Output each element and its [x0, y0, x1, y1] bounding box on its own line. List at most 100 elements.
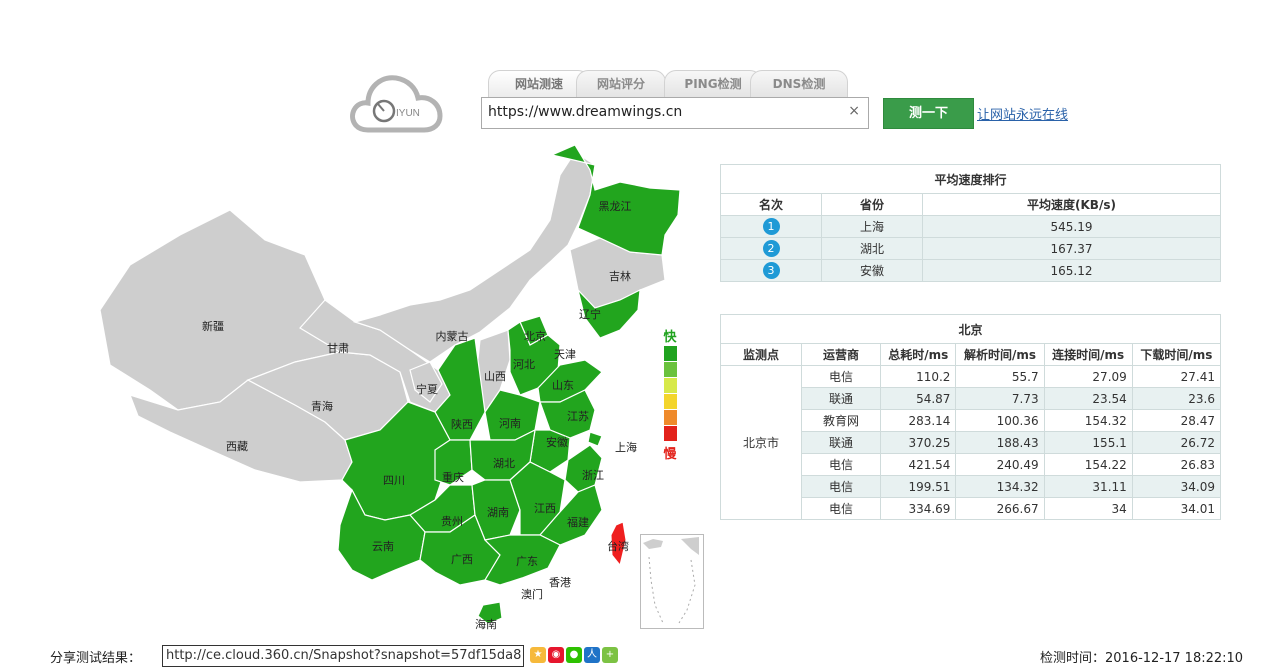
renren-icon[interactable]: 人: [584, 647, 600, 663]
more-share-icon[interactable]: +: [602, 647, 618, 663]
rank-badge: 3: [762, 262, 780, 279]
tab-dns[interactable]: DNS检测: [750, 70, 848, 97]
legend-slow-label: 慢: [663, 447, 677, 462]
city-cell-connect: 27.09: [1043, 365, 1133, 388]
tab-speed-test[interactable]: 网站测速: [488, 70, 590, 97]
city-cell-dns: 188.43: [955, 431, 1045, 454]
city-cell-dns: 134.32: [955, 475, 1045, 498]
city-cell-dns: 7.73: [955, 387, 1045, 410]
city-cell-total: 421.54: [879, 453, 957, 476]
city-header-point: 监测点: [720, 343, 802, 366]
ranking-cell-rank: 2: [720, 237, 822, 260]
map-label-anhui: 安徽: [546, 435, 568, 449]
city-title: 北京: [720, 314, 1221, 344]
city-cell-connect: 154.32: [1043, 409, 1133, 432]
south-china-sea-inset: [640, 534, 704, 629]
map-label-sichuan: 四川: [383, 475, 405, 487]
ranking-cell-province: 湖北: [821, 237, 923, 260]
rank-badge: 2: [762, 240, 780, 257]
map-label-shaanxi: 陕西: [451, 417, 473, 431]
map-label-shandong: 山东: [552, 379, 574, 392]
weibo-icon[interactable]: ◉: [548, 647, 564, 663]
city-cell-isp: 电信: [801, 497, 881, 520]
ranking-row: 3 安徽 165.12: [720, 259, 1221, 282]
city-cell-dns: 55.7: [955, 365, 1045, 388]
ranking-cell-speed: 167.37: [922, 237, 1221, 260]
ranking-row: 1 上海 545.19: [720, 215, 1221, 238]
city-cell-total: 283.14: [879, 409, 957, 432]
keep-online-link[interactable]: 让网站永远在线: [977, 104, 1068, 123]
tab-site-score[interactable]: 网站评分: [576, 70, 666, 97]
city-row: 北京市 电信 110.2 55.7 27.09 27.41: [720, 365, 1222, 520]
city-cell-point: 北京市: [720, 365, 802, 520]
china-speed-map: 黑龙江吉林辽宁内蒙古 新疆甘肃 北京天津河北山西山东 宁夏青海陕西 河南 江苏安徽 上海 西藏…: [99, 144, 681, 631]
ranking-title: 平均速度排行: [720, 164, 1221, 194]
city-cell-isp: 电信: [801, 475, 881, 498]
city-cell-download: 26.72: [1131, 431, 1222, 454]
city-cell-download: 27.41: [1131, 365, 1222, 388]
qzone-icon[interactable]: ★: [530, 647, 546, 663]
map-label-henan: 河南: [499, 417, 521, 430]
legend-swatch: [663, 362, 677, 377]
legend-swatch: [663, 410, 677, 425]
city-cell-connect: 31.11: [1043, 475, 1133, 498]
clear-icon[interactable]: ×: [848, 103, 860, 119]
city-cell-download: 26.83: [1131, 453, 1222, 476]
tab-ping[interactable]: PING检测: [664, 70, 762, 97]
speed-legend: 快 慢: [660, 326, 680, 462]
map-label-gansu: 甘肃: [327, 342, 349, 355]
city-cell-isp: 联通: [801, 387, 881, 410]
ranking-row: 2 湖北 167.37: [720, 237, 1221, 260]
ranking-cell-speed: 545.19: [922, 215, 1221, 238]
wechat-icon[interactable]: ●: [566, 647, 582, 663]
map-label-yunnan: 云南: [372, 540, 394, 553]
map-label-jiangxi: 江西: [534, 502, 556, 515]
url-field-container: ×: [481, 97, 869, 129]
ranking-cell-rank: 1: [720, 215, 822, 238]
speed-ranking-table: 平均速度排行 名次 省份 平均速度(KB/s) 1 上海 545.19 2 湖北 …: [720, 164, 1221, 282]
city-cell-connect: 23.54: [1043, 387, 1133, 410]
test-button[interactable]: 测一下: [883, 98, 974, 129]
city-cell-download: 23.6: [1131, 387, 1222, 410]
map-label-guangxi: 广西: [451, 553, 473, 566]
map-label-shanxi: 山西: [484, 370, 506, 383]
ranking-header-rank: 名次: [720, 193, 822, 216]
map-label-liaoning: 辽宁: [579, 307, 601, 321]
map-label-hainan: 海南: [475, 617, 497, 631]
share-url-field[interactable]: http://ce.cloud.360.cn/Snapshot?snapshot…: [162, 645, 524, 667]
map-label-neimenggu: 内蒙古: [436, 329, 469, 343]
map-label-aomen: 澳门: [521, 587, 543, 601]
city-cell-total: 370.25: [879, 431, 957, 454]
city-cell-connect: 34: [1043, 497, 1133, 520]
share-icons: ★ ◉ ● 人 +: [530, 647, 620, 663]
city-cell-isp: 电信: [801, 453, 881, 476]
map-label-ningxia: 宁夏: [416, 382, 438, 396]
legend-swatch: [663, 346, 677, 361]
map-label-guizhou: 贵州: [441, 515, 463, 528]
city-cell-isp: 教育网: [801, 409, 881, 432]
url-input[interactable]: [482, 98, 834, 126]
map-label-hubei: 湖北: [493, 457, 515, 470]
city-header-total: 总耗时/ms: [879, 343, 957, 366]
map-label-heilongjiang: 黑龙江: [599, 200, 632, 213]
city-cell-download: 34.09: [1131, 475, 1222, 498]
map-label-taiwan: 台湾: [607, 539, 629, 553]
city-cell-total: 54.87: [879, 387, 957, 410]
city-cell-download: 28.47: [1131, 409, 1222, 432]
city-cell-isp: 电信: [801, 365, 881, 388]
city-detail-table: 北京 监测点 运营商 总耗时/ms 解析时间/ms 连接时间/ms 下载时间/m…: [720, 314, 1222, 520]
city-cell-dns: 266.67: [955, 497, 1045, 520]
map-label-zhejiang: 浙江: [582, 469, 604, 482]
map-region-shanghai[interactable]: [587, 431, 603, 447]
map-region-neimenggu[interactable]: [352, 151, 596, 363]
city-header-isp: 运营商: [801, 343, 881, 366]
map-region-zhejiang[interactable]: [564, 444, 603, 493]
map-label-jiangsu: 江苏: [567, 410, 589, 423]
city-header-dns: 解析时间/ms: [955, 343, 1045, 366]
legend-fast-label: 快: [663, 330, 677, 345]
city-header-download: 下载时间/ms: [1131, 343, 1222, 366]
map-label-beijing: 北京: [524, 329, 546, 343]
map-label-qinghai: 青海: [311, 399, 333, 413]
map-label-chongqing: 重庆: [442, 470, 464, 484]
city-cell-total: 110.2: [879, 365, 957, 388]
